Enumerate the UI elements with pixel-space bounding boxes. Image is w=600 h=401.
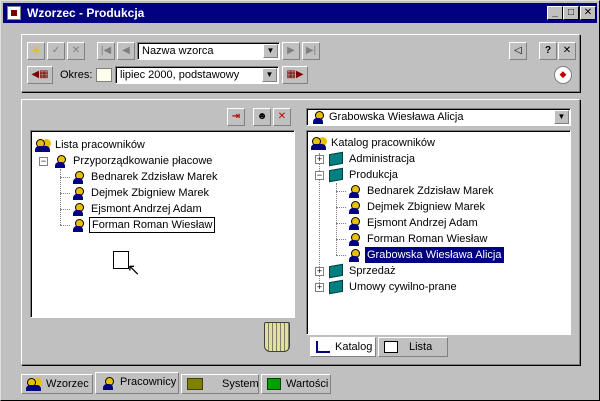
person-icon	[71, 202, 85, 216]
employee-list-tree[interactable]: Lista pracowników − Przyporządkowanie pł…	[30, 130, 295, 318]
calendar-forward-icon[interactable]: ▦▶	[282, 66, 308, 84]
chevron-down-icon[interactable]: ▼	[263, 44, 278, 58]
expand-toggle[interactable]: +	[315, 267, 324, 276]
document-icon	[384, 341, 398, 353]
tree-icon	[316, 341, 330, 353]
mouse-cursor-icon: ↖	[127, 262, 141, 279]
person-icon	[71, 218, 85, 232]
last-record-icon[interactable]: ▶|	[302, 42, 320, 60]
chevron-down-icon[interactable]: ▼	[262, 68, 277, 82]
help-button[interactable]: ?	[539, 42, 557, 60]
values-grid-icon	[267, 378, 281, 390]
expand-toggle[interactable]: +	[315, 155, 324, 164]
person-icon	[347, 200, 361, 214]
accept-icon[interactable]: ✓	[47, 42, 65, 60]
person-icon	[347, 216, 361, 230]
template-name-value: Nazwa wzorca	[142, 45, 214, 57]
app-icon[interactable]	[7, 6, 21, 20]
book-open-icon	[329, 167, 343, 183]
person-icon	[71, 186, 85, 200]
close-button[interactable]: ✕	[580, 6, 596, 20]
book-icon	[329, 263, 343, 279]
window-title: Wzorzec - Produkcja	[27, 6, 145, 20]
person-icon	[347, 232, 361, 246]
person-icon	[53, 154, 67, 168]
delete-icon[interactable]: ✕	[273, 108, 291, 126]
period-value: lipiec 2000, podstawowy	[120, 69, 240, 81]
person-icon	[347, 184, 361, 198]
template-icon	[26, 377, 42, 391]
period-label: Okres:	[60, 69, 93, 81]
expand-toggle[interactable]: +	[315, 283, 324, 292]
employee-combo[interactable]: Grabowska Wiesława Alicja ▼	[306, 108, 571, 126]
back-arrow-icon[interactable]: ◁	[509, 42, 527, 60]
template-name-combo[interactable]: Nazwa wzorca ▼	[137, 42, 280, 60]
employee-catalog-tree[interactable]: Katalog pracowników + Administracja − Pr…	[306, 130, 571, 335]
tab-wartosci[interactable]: Wartości	[261, 374, 331, 394]
first-record-icon[interactable]: |◀	[97, 42, 115, 60]
employees-group-icon	[35, 138, 51, 152]
calendar-icon	[96, 68, 112, 82]
main-window: Wzorzec - Produkcja _ □ ✕ ✳ ✓ ✕ |◀ ◀ Naz…	[0, 0, 600, 401]
person-icon	[311, 110, 325, 124]
book-icon	[329, 279, 343, 295]
tab-pracownicy[interactable]: Pracownicy	[95, 372, 179, 394]
period-combo[interactable]: lipiec 2000, podstawowy ▼	[115, 66, 279, 84]
tab-lista[interactable]: Lista	[378, 337, 448, 357]
calendar-back-icon[interactable]: ◀▦	[27, 66, 53, 84]
person-icon	[101, 376, 115, 390]
collapse-toggle[interactable]: −	[315, 171, 324, 180]
person-icon[interactable]: ☻	[253, 108, 271, 126]
person-icon	[347, 248, 361, 262]
person-icon	[71, 170, 85, 184]
title-bar[interactable]: Wzorzec - Produkcja _ □ ✕	[3, 3, 597, 23]
compass-icon[interactable]: ◆	[554, 66, 572, 84]
cancel-icon[interactable]: ✕	[67, 42, 85, 60]
maximize-button[interactable]: □	[563, 6, 579, 20]
main-panel: ⇥ ☻ ✕ Lista pracowników − Przyporządkowa…	[21, 99, 580, 365]
close-panel-icon[interactable]: ✕	[558, 42, 576, 60]
chevron-down-icon[interactable]: ▼	[554, 110, 569, 124]
top-toolbar: ✳ ✓ ✕ |◀ ◀ Nazwa wzorca ▼ ▶ ▶| ◁ ? ✕ ◀▦ …	[21, 34, 580, 92]
prev-record-icon[interactable]: ◀	[117, 42, 135, 60]
remove-assignment-icon[interactable]: ⇥	[227, 108, 245, 126]
tab-system[interactable]: System	[181, 374, 259, 394]
new-star-icon[interactable]: ✳	[27, 42, 45, 60]
next-record-icon[interactable]: ▶	[282, 42, 300, 60]
employees-group-icon	[311, 136, 327, 150]
recycle-bin-icon[interactable]	[264, 322, 290, 352]
collapse-toggle[interactable]: −	[39, 157, 48, 166]
minimize-button[interactable]: _	[547, 6, 563, 20]
book-icon	[329, 151, 343, 167]
system-icon	[187, 378, 203, 390]
tab-wzorzec[interactable]: Wzorzec	[21, 374, 93, 394]
tab-katalog[interactable]: Katalog	[310, 337, 376, 357]
